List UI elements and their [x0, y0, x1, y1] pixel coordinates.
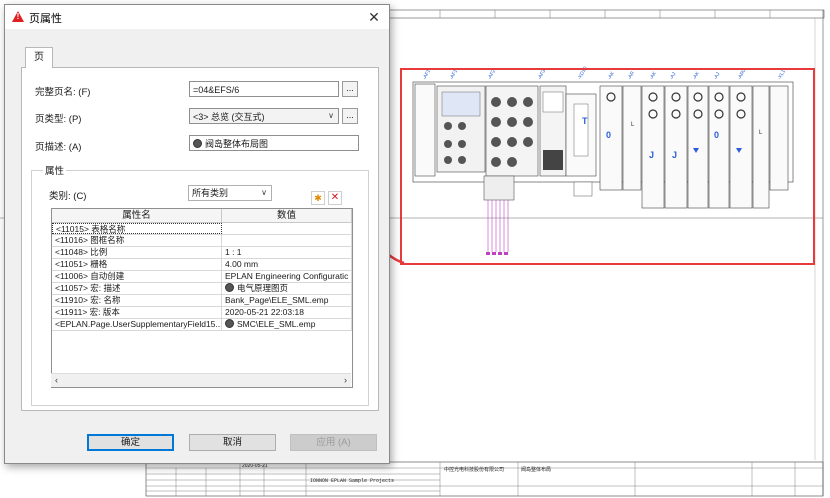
grid-header-value[interactable]: 数值: [222, 209, 352, 223]
grid-cell-name: <11006> 自动创建: [52, 271, 222, 282]
grid-cell-name: <11015> 表格名称: [52, 223, 222, 234]
title-block-project: IONNON EPLAN Sample Projects: [310, 478, 395, 484]
grid-cell-name: <11911> 宏: 版本: [52, 307, 222, 318]
tab-page[interactable]: 页: [25, 47, 53, 68]
dialog-title: 页属性: [29, 13, 62, 25]
page-properties-dialog: ! 页属性 ✕ 页 完整页名: (F) =04&EFS/6 ... 页类型: (…: [4, 4, 390, 464]
grid-row[interactable]: <11051> 栅格 4.00 mm: [52, 259, 352, 271]
grid-cell-name: <11048> 比例: [52, 247, 222, 258]
grid-cell-value-text: 电气原理图页: [237, 283, 289, 293]
full-page-name-field[interactable]: =04&EFS/6: [189, 81, 339, 97]
grid-cell-value[interactable]: 2020-05-21 22:03:18: [222, 307, 352, 318]
grid-cell-value[interactable]: Bank_Page\ELE_SML.emp: [222, 295, 352, 306]
cancel-button[interactable]: 取消: [189, 434, 276, 451]
grid-cell-name: <11016> 图框名称: [52, 235, 222, 246]
page-type-browse-button[interactable]: ...: [342, 108, 358, 124]
apply-button[interactable]: 应用 (A): [290, 434, 377, 451]
grid-row[interactable]: <11006> 自动创建 EPLAN Engineering Configura…: [52, 271, 352, 283]
grid-cell-value[interactable]: SMC\ELE_SML.emp: [222, 319, 352, 330]
page-description-value: 阀岛整体布局图: [205, 139, 269, 149]
grid-cell-value[interactable]: [222, 223, 352, 234]
annotation-highlight-box: [400, 68, 815, 265]
grid-row[interactable]: <11910> 宏: 名称 Bank_Page\ELE_SML.emp: [52, 295, 352, 307]
dialog-titlebar[interactable]: ! 页属性 ✕: [5, 5, 389, 29]
grid-cell-name: <11051> 栅格: [52, 259, 222, 270]
page-type-dropdown[interactable]: <3> 总览 (交互式) ∨: [189, 108, 339, 124]
grid-row[interactable]: <11016> 图框名称: [52, 235, 352, 247]
warning-icon-mark: !: [16, 12, 20, 21]
grid-row[interactable]: <11057> 宏: 描述 电气原理图页: [52, 283, 352, 295]
ok-button[interactable]: 确定: [87, 434, 174, 451]
page-type-label: 页类型: (P): [35, 114, 82, 125]
grid-cell-name: <11910> 宏: 名称: [52, 295, 222, 306]
globe-icon: [225, 283, 234, 292]
add-property-button[interactable]: ✱: [311, 191, 325, 205]
full-page-name-label: 完整页名: (F): [35, 87, 91, 98]
grid-cell-value-text: SMC\ELE_SML.emp: [237, 319, 316, 329]
page-description-label: 页描述: (A): [35, 142, 82, 153]
grid-cell-name: <11057> 宏: 描述: [52, 283, 222, 294]
scroll-left-icon[interactable]: ‹: [55, 374, 58, 387]
grid-cell-value[interactable]: EPLAN Engineering Configuratic: [222, 271, 352, 282]
add-icon: ✱: [314, 193, 322, 203]
title-block-company: 中控光电科技股份有限公司: [444, 467, 505, 473]
grid-header-name[interactable]: 属性名: [52, 209, 222, 223]
grid-row[interactable]: <11015> 表格名称: [52, 223, 352, 235]
grid-cell-value[interactable]: [222, 235, 352, 246]
delete-property-button[interactable]: ✕: [328, 191, 342, 205]
page-type-value: <3> 总览 (交互式): [193, 112, 265, 122]
category-label: 类别: (C): [49, 191, 87, 202]
scroll-right-icon[interactable]: ›: [344, 374, 347, 387]
property-grid[interactable]: 属性名 数值 <11015> 表格名称 <11016> 图框名称 <11048>…: [51, 208, 353, 388]
grid-cell-value[interactable]: 4.00 mm: [222, 259, 352, 270]
grid-row[interactable]: <11048> 比例 1 : 1: [52, 247, 352, 259]
grid-row[interactable]: <11911> 宏: 版本 2020-05-21 22:03:18: [52, 307, 352, 319]
chevron-down-icon: ∨: [328, 111, 334, 120]
horizontal-scrollbar[interactable]: ‹ ›: [51, 373, 351, 387]
title-block-page: 阀岛整体布局: [521, 467, 552, 473]
grid-cell-value[interactable]: 电气原理图页: [222, 283, 352, 294]
grid-cell-name: <EPLAN.Page.UserSupplementaryField15...: [52, 319, 222, 330]
page-description-field[interactable]: 阀岛整体布局图: [189, 135, 359, 151]
grid-row[interactable]: <EPLAN.Page.UserSupplementaryField15... …: [52, 319, 352, 331]
delete-icon: ✕: [330, 192, 340, 203]
category-value: 所有类别: [192, 188, 229, 198]
close-button[interactable]: ✕: [359, 5, 389, 29]
globe-icon: [225, 319, 234, 328]
chevron-down-icon: ∨: [261, 188, 267, 197]
category-dropdown[interactable]: 所有类别 ∨: [188, 185, 272, 201]
properties-group-label: 属性: [43, 163, 67, 177]
globe-icon: [193, 139, 202, 148]
full-page-name-browse-button[interactable]: ...: [342, 81, 358, 97]
grid-cell-value[interactable]: 1 : 1: [222, 247, 352, 258]
